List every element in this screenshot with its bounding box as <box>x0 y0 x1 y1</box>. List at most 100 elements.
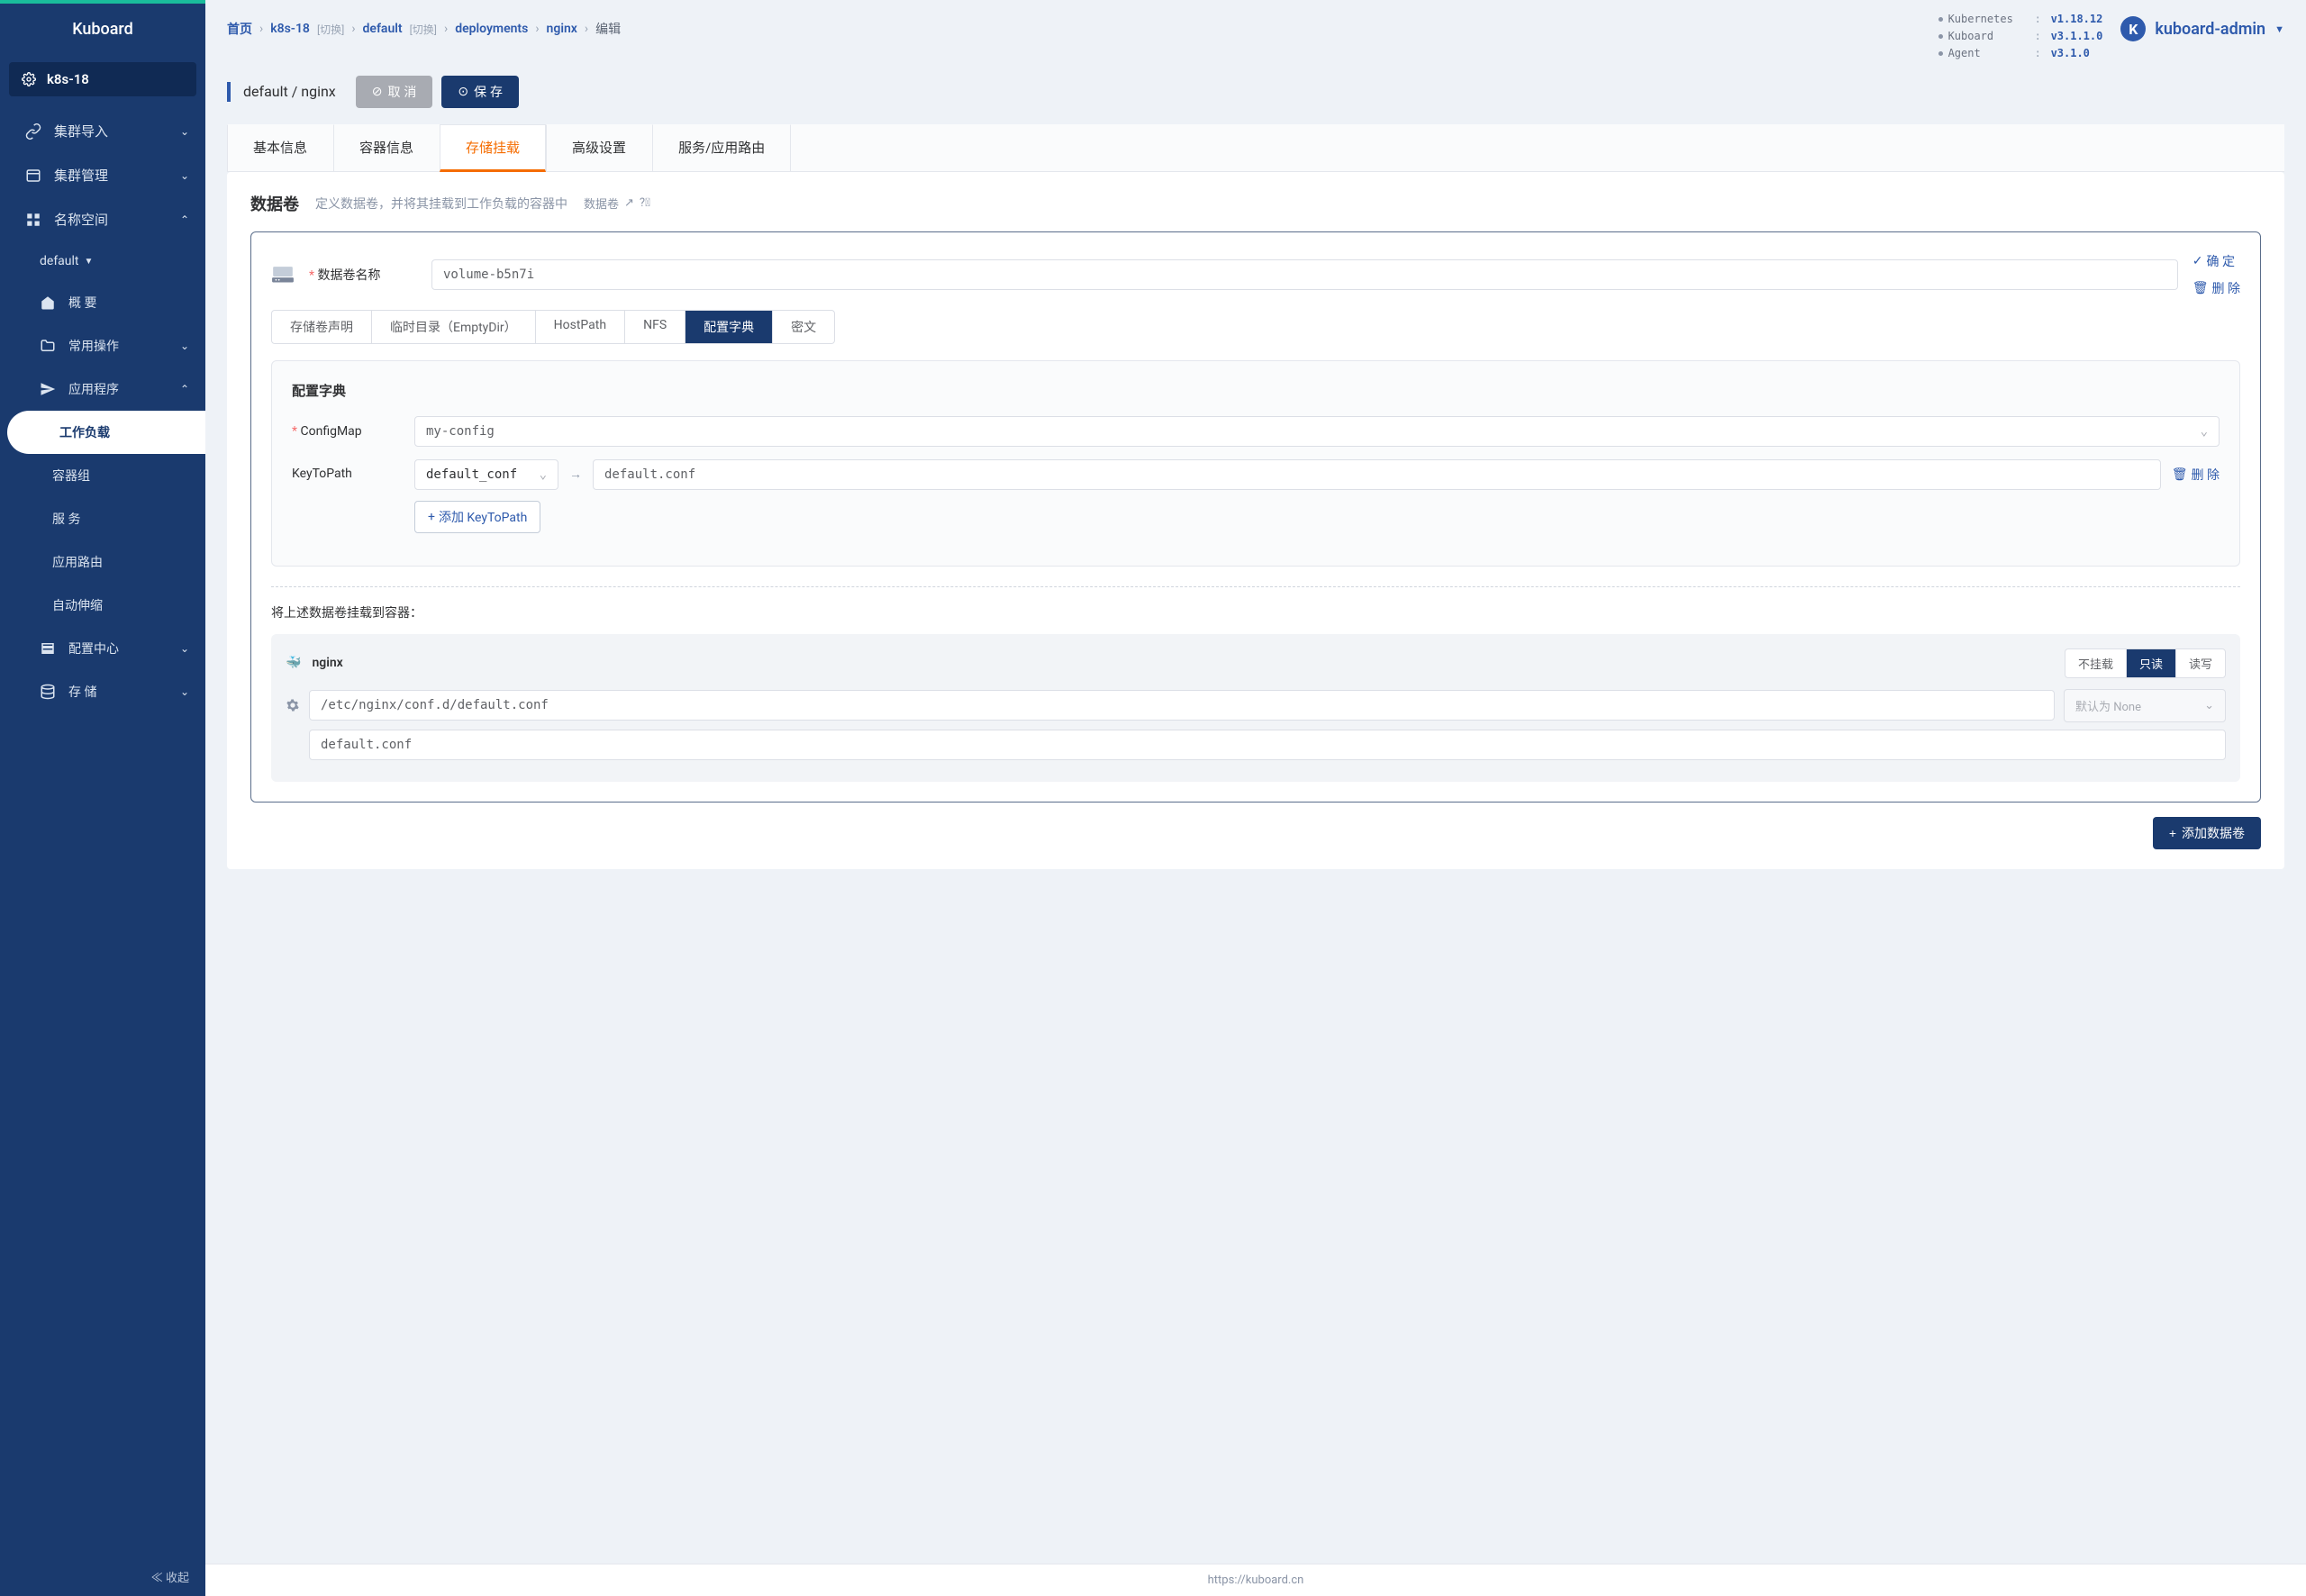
cancel-icon: ⊘ <box>372 84 383 99</box>
subtab-nfs[interactable]: NFS <box>625 311 685 343</box>
subtab-emptydir[interactable]: 临时目录（EmptyDir） <box>372 311 536 343</box>
delete-volume-button[interactable]: 🗑删 除 <box>2193 279 2240 297</box>
cluster-name: k8s-18 <box>47 71 89 87</box>
confirm-button[interactable]: ✓确 定 <box>2193 252 2235 270</box>
chevron-down-icon: ⌄ <box>180 685 189 698</box>
volume-type-tabs: 存储卷声明 临时目录（EmptyDir） HostPath NFS 配置字典 密… <box>271 310 835 344</box>
title-accent <box>227 82 231 102</box>
nav-cluster-import[interactable]: 集群导入⌄ <box>0 109 205 153</box>
volume-name-input[interactable] <box>431 259 2178 290</box>
mount-head: 🐳 nginx 不挂载 只读 读写 <box>286 648 2226 678</box>
ktp-section: KeyToPath default_conf⌄ → 🗑删 除 +添加 KeyTo… <box>292 459 2220 533</box>
mount-path-input[interactable] <box>309 690 2055 721</box>
subtab-configmap[interactable]: 配置字典 <box>685 311 773 343</box>
trash-icon: 🗑 <box>2172 467 2188 482</box>
add-volume-button[interactable]: +添加数据卷 <box>2153 817 2261 849</box>
check-icon: ⊙ <box>458 84 468 99</box>
gear-icon <box>286 698 300 712</box>
subtab-hostpath[interactable]: HostPath <box>536 311 625 343</box>
bc-ns[interactable]: default <box>363 22 403 36</box>
cm-select-row: ConfigMap my-config⌄ <box>292 416 2220 447</box>
window-icon <box>25 168 41 184</box>
chevron-down-icon: ⌄ <box>180 340 189 352</box>
question-icon: ?⃝ <box>640 196 650 210</box>
cm-label: ConfigMap <box>292 424 400 439</box>
nav-storage[interactable]: 存 储⌄ <box>0 670 205 713</box>
content: 基本信息 容器信息 存储挂载 高级设置 服务/应用路由 数据卷 定义数据卷，并将… <box>205 124 2306 1564</box>
main-tabs: 基本信息 容器信息 存储挂载 高级设置 服务/应用路由 <box>227 124 2284 172</box>
folder-icon <box>40 338 56 354</box>
tab-service[interactable]: 服务/应用路由 <box>652 124 791 171</box>
nav-common[interactable]: 常用操作⌄ <box>0 324 205 367</box>
nav-namespace[interactable]: 名称空间⌃ <box>0 197 205 241</box>
add-ktp-button[interactable]: +添加 KeyToPath <box>414 501 540 533</box>
dot-icon <box>1938 17 1943 22</box>
subtab-pvc[interactable]: 存储卷声明 <box>272 311 372 343</box>
chevron-right-icon: › <box>444 22 448 36</box>
nav-pods[interactable]: 容器组 <box>0 454 205 497</box>
nav-menu: 集群导入⌄ 集群管理⌄ 名称空间⌃ default▼ 概 要 常用操作⌄ 应用程… <box>0 109 205 1557</box>
nav-services[interactable]: 服 务 <box>0 497 205 540</box>
seg-none[interactable]: 不挂载 <box>2065 649 2127 677</box>
nav-config[interactable]: 配置中心⌄ <box>0 627 205 670</box>
cluster-selector[interactable]: k8s-18 <box>9 62 196 96</box>
volume-name-label: 数据卷名称 <box>309 266 417 284</box>
tab-volume[interactable]: 存储挂载 <box>440 124 546 172</box>
cm-heading: 配置字典 <box>292 381 2220 400</box>
mount-path-row: 默认为 None⌄ <box>286 689 2226 722</box>
section-header: 数据卷 定义数据卷，并将其挂载到工作负载的容器中 数据卷↗?⃝ <box>250 192 2261 215</box>
mount-mode-segment: 不挂载 只读 读写 <box>2065 648 2226 678</box>
section-desc: 定义数据卷，并将其挂载到工作负载的容器中 <box>315 195 567 213</box>
footer-link[interactable]: https://kuboard.cn <box>1208 1573 1304 1587</box>
mount-box: 🐳 nginx 不挂载 只读 读写 默认为 None⌄ <box>271 634 2240 782</box>
tab-basic[interactable]: 基本信息 <box>227 124 333 171</box>
nav-cluster-manage[interactable]: 集群管理⌄ <box>0 153 205 197</box>
chevron-down-icon: ⌄ <box>2204 699 2214 712</box>
ktp-key-select[interactable]: default_conf⌄ <box>414 459 558 490</box>
dot-icon <box>1938 34 1943 39</box>
nav-hpa[interactable]: 自动伸缩 <box>0 584 205 627</box>
tab-advanced[interactable]: 高级设置 <box>546 124 652 171</box>
mount-heading: 将上述数据卷挂载到容器： <box>271 603 2240 621</box>
section-title: 数据卷 <box>250 192 299 215</box>
plus-icon: + <box>428 510 435 524</box>
volume-box: 数据卷名称 ✓确 定 🗑删 除 存储卷声明 临时目录（EmptyDir） Hos… <box>250 231 2261 803</box>
volume-actions: ✓确 定 🗑删 除 <box>2193 252 2240 297</box>
subtab-secret[interactable]: 密文 <box>773 311 834 343</box>
bc-cluster[interactable]: k8s-18 <box>270 22 310 36</box>
bc-edit: 编辑 <box>595 20 621 38</box>
bc-deployments[interactable]: deployments <box>455 22 528 36</box>
delete-ktp-button[interactable]: 🗑删 除 <box>2172 466 2220 484</box>
nav-ingress[interactable]: 应用路由 <box>0 540 205 584</box>
database-icon <box>40 684 56 700</box>
propagation-select[interactable]: 默认为 None⌄ <box>2064 689 2226 722</box>
help-link[interactable]: 数据卷↗?⃝ <box>584 195 650 212</box>
chevron-down-icon: ⌄ <box>180 642 189 655</box>
seg-readwrite[interactable]: 读写 <box>2176 649 2225 677</box>
cancel-button[interactable]: ⊘取 消 <box>356 76 433 108</box>
bc-home[interactable]: 首页 <box>227 20 252 38</box>
volume-name-row: 数据卷名称 ✓确 定 🗑删 除 <box>271 252 2240 297</box>
bc-ns-switch[interactable]: [切换] <box>410 22 437 37</box>
cm-select[interactable]: my-config⌄ <box>414 416 2220 447</box>
layers-icon <box>40 640 56 657</box>
save-button[interactable]: ⊙保 存 <box>441 76 519 108</box>
spacer <box>286 738 300 752</box>
nav-ns-default[interactable]: default▼ <box>0 241 205 281</box>
seg-readonly[interactable]: 只读 <box>2127 649 2176 677</box>
nav-overview[interactable]: 概 要 <box>0 281 205 324</box>
collapse-sidebar[interactable]: ≪ 收起 <box>0 1557 205 1596</box>
sidebar: Kuboard k8s-18 集群导入⌄ 集群管理⌄ 名称空间⌃ default… <box>0 0 205 1596</box>
nav-apps[interactable]: 应用程序⌃ <box>0 367 205 411</box>
chevron-down-icon: ⌄ <box>540 467 547 482</box>
tab-container[interactable]: 容器信息 <box>333 124 440 171</box>
mount-subpath-input[interactable] <box>309 730 2226 760</box>
user-logo-icon: K <box>2120 16 2146 41</box>
user-menu[interactable]: K kuboard-admin ▼ <box>2120 11 2284 41</box>
nav-workload[interactable]: 工作负载 <box>7 411 205 454</box>
titlebar: default / nginx ⊘取 消 ⊙保 存 <box>205 63 2306 124</box>
ktp-path-input[interactable] <box>593 459 2161 490</box>
bc-name[interactable]: nginx <box>547 22 577 36</box>
caret-down-icon: ▼ <box>2274 23 2284 35</box>
bc-cluster-switch[interactable]: [切换] <box>317 22 344 37</box>
